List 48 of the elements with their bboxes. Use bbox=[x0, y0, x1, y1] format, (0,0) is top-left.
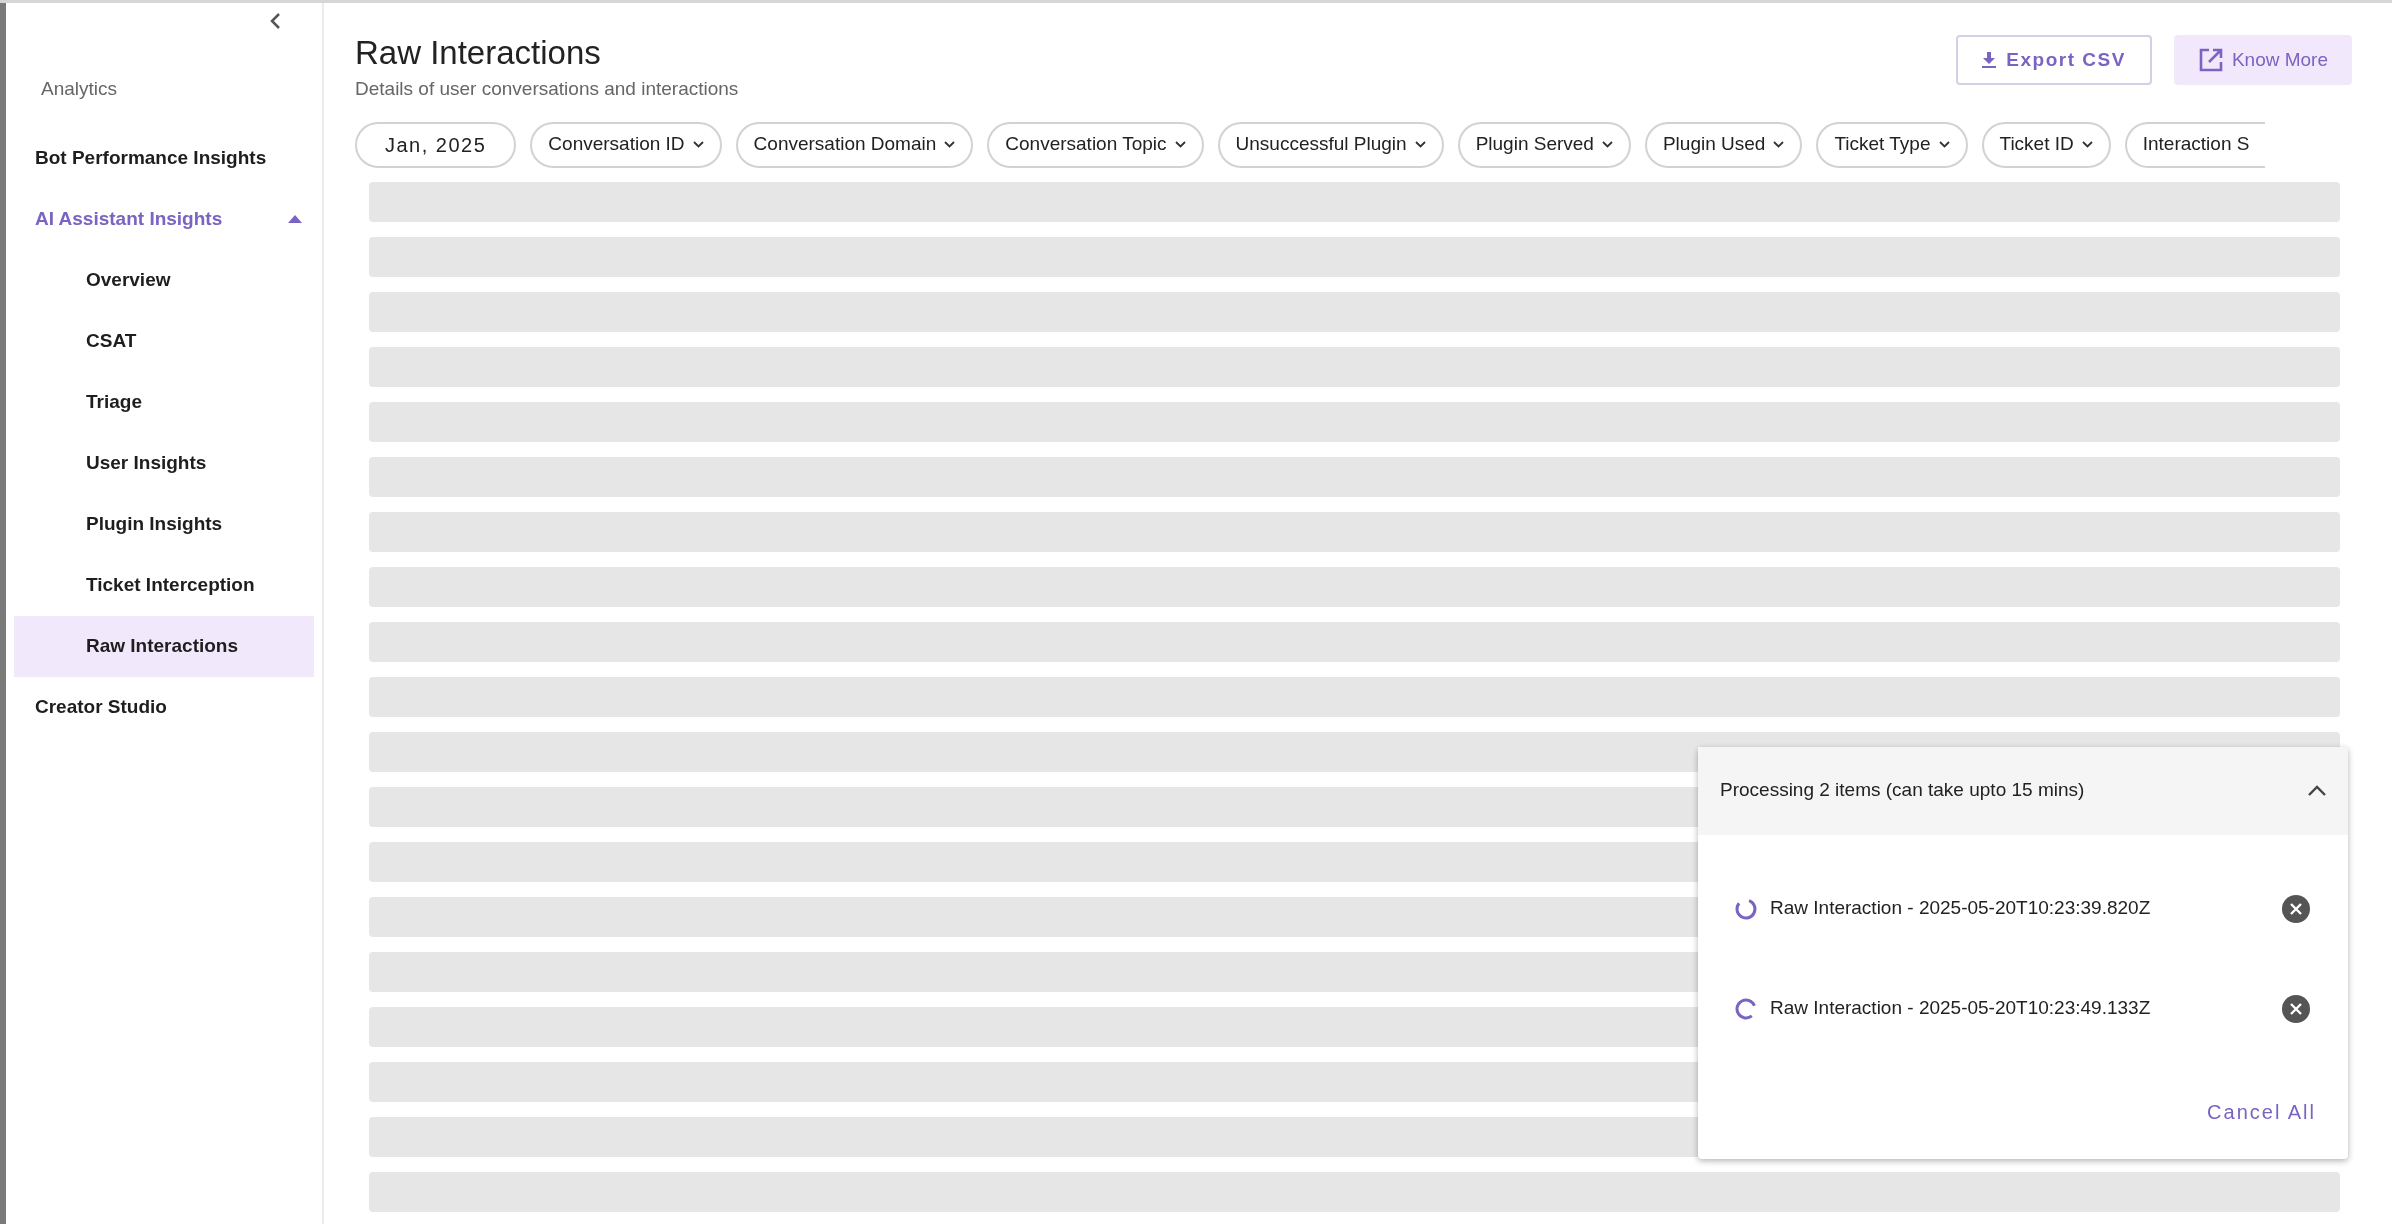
chevron-down-icon bbox=[692, 141, 704, 148]
nav-item[interactable]: Bot Performance Insights bbox=[6, 127, 322, 189]
external-link-icon bbox=[2197, 47, 2224, 73]
nav-group[interactable]: AI Assistant Insights bbox=[6, 188, 322, 250]
filter-dropdown[interactable]: Unsuccessful Plugin bbox=[1217, 121, 1444, 168]
chevron-down-icon bbox=[1938, 141, 1950, 148]
chevron-down-icon bbox=[1414, 141, 1426, 148]
filter-dropdown[interactable]: Conversation Topic bbox=[987, 121, 1204, 168]
download-icon bbox=[1982, 52, 1997, 68]
filter-dropdown[interactable]: Conversation Domain bbox=[735, 121, 974, 168]
nav-item[interactable]: Triage bbox=[14, 371, 314, 433]
nav-item[interactable]: Plugin Insights bbox=[14, 493, 314, 555]
export-button[interactable]: Export CSV bbox=[1956, 35, 2152, 85]
close-icon bbox=[2290, 1002, 2302, 1015]
chevron-down-icon bbox=[2081, 141, 2093, 148]
cancel-item-button[interactable] bbox=[2282, 994, 2310, 1023]
filter-dropdown[interactable]: Conversation ID bbox=[530, 121, 722, 168]
filter-dropdown[interactable]: Interaction S bbox=[2124, 121, 2266, 168]
spinner-icon bbox=[1734, 996, 1758, 1021]
nav-item[interactable]: Overview bbox=[14, 249, 314, 311]
page-title: Raw Interactions bbox=[355, 33, 602, 73]
filter-dropdown[interactable]: Ticket ID bbox=[1981, 121, 2111, 168]
chevron-down-icon bbox=[944, 141, 956, 148]
panel-title: Processing 2 items (can take upto 15 mins) bbox=[1720, 778, 2085, 803]
panel-header[interactable]: Processing 2 items (can take upto 15 mins) bbox=[1698, 746, 2348, 835]
page-subtitle: Details of user conversations and interactions bbox=[355, 77, 739, 101]
filter-dropdown[interactable]: Plugin Served bbox=[1457, 121, 1631, 168]
processing-item-label: Raw Interaction - 2025-05-20T10:23:39.820Z bbox=[1770, 896, 2152, 921]
section-label: Analytics bbox=[40, 77, 119, 101]
nav-item[interactable]: Creator Studio bbox=[6, 676, 322, 738]
close-icon bbox=[2290, 902, 2302, 915]
nav-item[interactable]: Ticket Interception bbox=[14, 554, 314, 616]
chevron-down-icon bbox=[1174, 141, 1186, 148]
date-picker-chip[interactable]: Jan, 2025 bbox=[355, 121, 517, 168]
chevron-up-icon[interactable] bbox=[2308, 785, 2326, 796]
caret-up-icon bbox=[288, 215, 302, 223]
cancel-item-button[interactable] bbox=[2282, 894, 2310, 923]
chevron-down-icon bbox=[1601, 141, 1613, 148]
nav-item[interactable]: Raw Interactions bbox=[14, 615, 314, 677]
filter-dropdown[interactable]: Ticket Type bbox=[1816, 121, 1968, 168]
know-more-button[interactable]: Know More bbox=[2173, 35, 2352, 85]
spinner-icon bbox=[1734, 896, 1758, 921]
nav-item[interactable]: CSAT bbox=[14, 310, 314, 372]
filter-dropdown[interactable]: Plugin Used bbox=[1644, 121, 1803, 168]
nav-item[interactable]: User Insights bbox=[14, 432, 314, 494]
cancel-all-button[interactable]: Cancel All bbox=[2207, 1096, 2316, 1127]
processing-item-label: Raw Interaction - 2025-05-20T10:23:49.133Z bbox=[1770, 996, 2152, 1021]
chevron-down-icon bbox=[1773, 141, 1785, 148]
